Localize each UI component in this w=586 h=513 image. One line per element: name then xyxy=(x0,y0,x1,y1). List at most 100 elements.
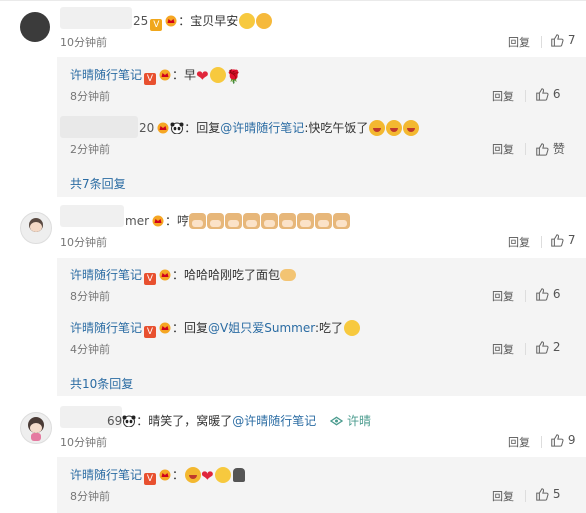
vip-v-icon: V xyxy=(150,19,163,31)
avatar[interactable] xyxy=(20,412,52,444)
timestamp: 8分钟前 xyxy=(70,490,110,503)
reply-username[interactable]: 许晴随行笔记 xyxy=(70,321,142,335)
username-suffix[interactable]: 25 xyxy=(133,14,148,28)
visible-to-label: 许晴 xyxy=(346,414,371,428)
blurred-username xyxy=(60,205,124,227)
mention-link[interactable]: @许晴随行笔记 xyxy=(232,414,316,428)
like-count: 6 xyxy=(552,287,561,301)
reply-text: ： xyxy=(172,468,185,482)
like-button[interactable]: 6 xyxy=(535,87,560,101)
laugh-emoji xyxy=(369,120,386,136)
blurred-username xyxy=(60,116,138,138)
like-button[interactable]: 7 xyxy=(550,33,575,47)
crown-icon xyxy=(158,322,172,334)
reply-line: 许晴随行笔记 V ：早❤ 🌹 xyxy=(70,66,242,85)
more-replies-link[interactable]: 共10条回复 xyxy=(70,375,133,392)
like-count: 2 xyxy=(552,340,561,354)
cat-emoji xyxy=(315,213,333,229)
cat-emoji xyxy=(261,213,279,229)
mention-link[interactable]: @许晴随行笔记 xyxy=(220,121,304,135)
reply-line: 许晴随行笔记 V ： ❤ xyxy=(70,466,245,485)
heart-icon: ❤ xyxy=(201,467,214,485)
avatar[interactable] xyxy=(20,212,52,244)
divider xyxy=(525,143,526,155)
reply-button[interactable]: 回复 xyxy=(492,488,514,504)
smile-emoji xyxy=(239,13,256,29)
paw-emoji xyxy=(232,468,245,482)
cat-emoji xyxy=(297,213,315,229)
divider xyxy=(541,436,542,448)
thumb-up-icon xyxy=(535,487,549,501)
comment-line: 25 V ：宝贝早安 xyxy=(133,12,273,31)
like-count: 9 xyxy=(567,433,576,447)
timestamp: 10分钟前 xyxy=(60,36,107,49)
timestamp: 10分钟前 xyxy=(60,436,107,449)
comment-text: ：晴笑了，窝暖了 xyxy=(136,414,233,428)
crown-icon xyxy=(156,122,170,134)
laugh-emoji xyxy=(185,467,202,483)
laugh-emoji xyxy=(386,120,403,136)
mention-link[interactable]: @V姐只爱Summer xyxy=(208,321,315,335)
avatar[interactable] xyxy=(20,12,50,42)
visible-to[interactable]: 许晴 xyxy=(330,414,371,428)
reply-line: 20 ：回复@许晴随行笔记:快吃午饭了 xyxy=(139,119,420,136)
reply-text: :吃了 xyxy=(314,321,343,335)
blurred-username xyxy=(60,7,132,29)
reply-button[interactable]: 回复 xyxy=(508,434,530,450)
crown-icon xyxy=(158,269,172,281)
username-suffix[interactable]: mer xyxy=(125,214,149,228)
like-button[interactable]: 赞 xyxy=(535,140,565,157)
reply-username[interactable]: 许晴随行笔记 xyxy=(70,68,142,82)
reply-button[interactable]: 回复 xyxy=(492,88,514,104)
reply-line: 许晴随行笔记 V ：哈哈哈刚吃了面包 xyxy=(70,266,297,285)
reply-text: ：哈哈哈刚吃了面包 xyxy=(172,268,281,282)
cat-emoji xyxy=(189,213,207,229)
divider xyxy=(525,90,526,102)
laugh-emoji xyxy=(403,120,420,136)
thumb-up-icon xyxy=(550,433,564,447)
like-count: 6 xyxy=(552,87,561,101)
bread-emoji xyxy=(280,269,297,281)
reply-button[interactable]: 回复 xyxy=(492,341,514,357)
divider xyxy=(525,290,526,302)
like-button[interactable]: 6 xyxy=(535,287,560,301)
like-button[interactable]: 5 xyxy=(535,487,560,501)
like-count: 5 xyxy=(552,487,561,501)
vip-v-icon: V xyxy=(144,73,157,85)
like-count: 7 xyxy=(567,233,576,247)
reply-username[interactable]: 许晴随行笔记 xyxy=(70,268,142,282)
reply-text: :快吃午饭了 xyxy=(304,121,369,135)
panda-icon xyxy=(170,122,184,134)
timestamp: 4分钟前 xyxy=(70,343,110,356)
divider xyxy=(525,490,526,502)
vip-v-icon: V xyxy=(144,473,157,485)
rose-icon: 🌹 xyxy=(225,70,242,85)
reply-button[interactable]: 回复 xyxy=(508,34,530,50)
username-suffix[interactable]: 69 xyxy=(107,414,122,428)
reply-username[interactable]: 许晴随行笔记 xyxy=(70,468,142,482)
vip-v-icon: V xyxy=(144,326,157,338)
like-button[interactable]: 2 xyxy=(535,340,560,354)
crown-icon xyxy=(151,215,165,227)
reply-button[interactable]: 回复 xyxy=(508,234,530,250)
thumb-up-icon xyxy=(535,287,549,301)
top-divider xyxy=(0,0,586,1)
thumb-up-icon xyxy=(550,233,564,247)
wink-emoji xyxy=(344,320,360,336)
cat-emoji xyxy=(279,213,297,229)
username-suffix[interactable]: 20 xyxy=(139,121,154,135)
comment-line: 69 ：晴笑了，窝暖了@许晴随行笔记 许晴 xyxy=(107,412,371,429)
comment-text: ：宝贝早安 xyxy=(178,14,239,28)
reply-button[interactable]: 回复 xyxy=(492,288,514,304)
vip-v-icon: V xyxy=(144,273,157,285)
timestamp: 8分钟前 xyxy=(70,290,110,303)
crown-icon xyxy=(164,15,178,27)
like-button[interactable]: 9 xyxy=(550,433,575,447)
like-button[interactable]: 7 xyxy=(550,233,575,247)
thumb-up-icon xyxy=(535,142,549,156)
smile-emoji xyxy=(209,67,226,83)
more-replies-link[interactable]: 共7条回复 xyxy=(70,175,126,192)
reply-button[interactable]: 回复 xyxy=(492,141,514,157)
reply-text: ：早 xyxy=(172,68,197,82)
thumb-up-icon xyxy=(550,33,564,47)
